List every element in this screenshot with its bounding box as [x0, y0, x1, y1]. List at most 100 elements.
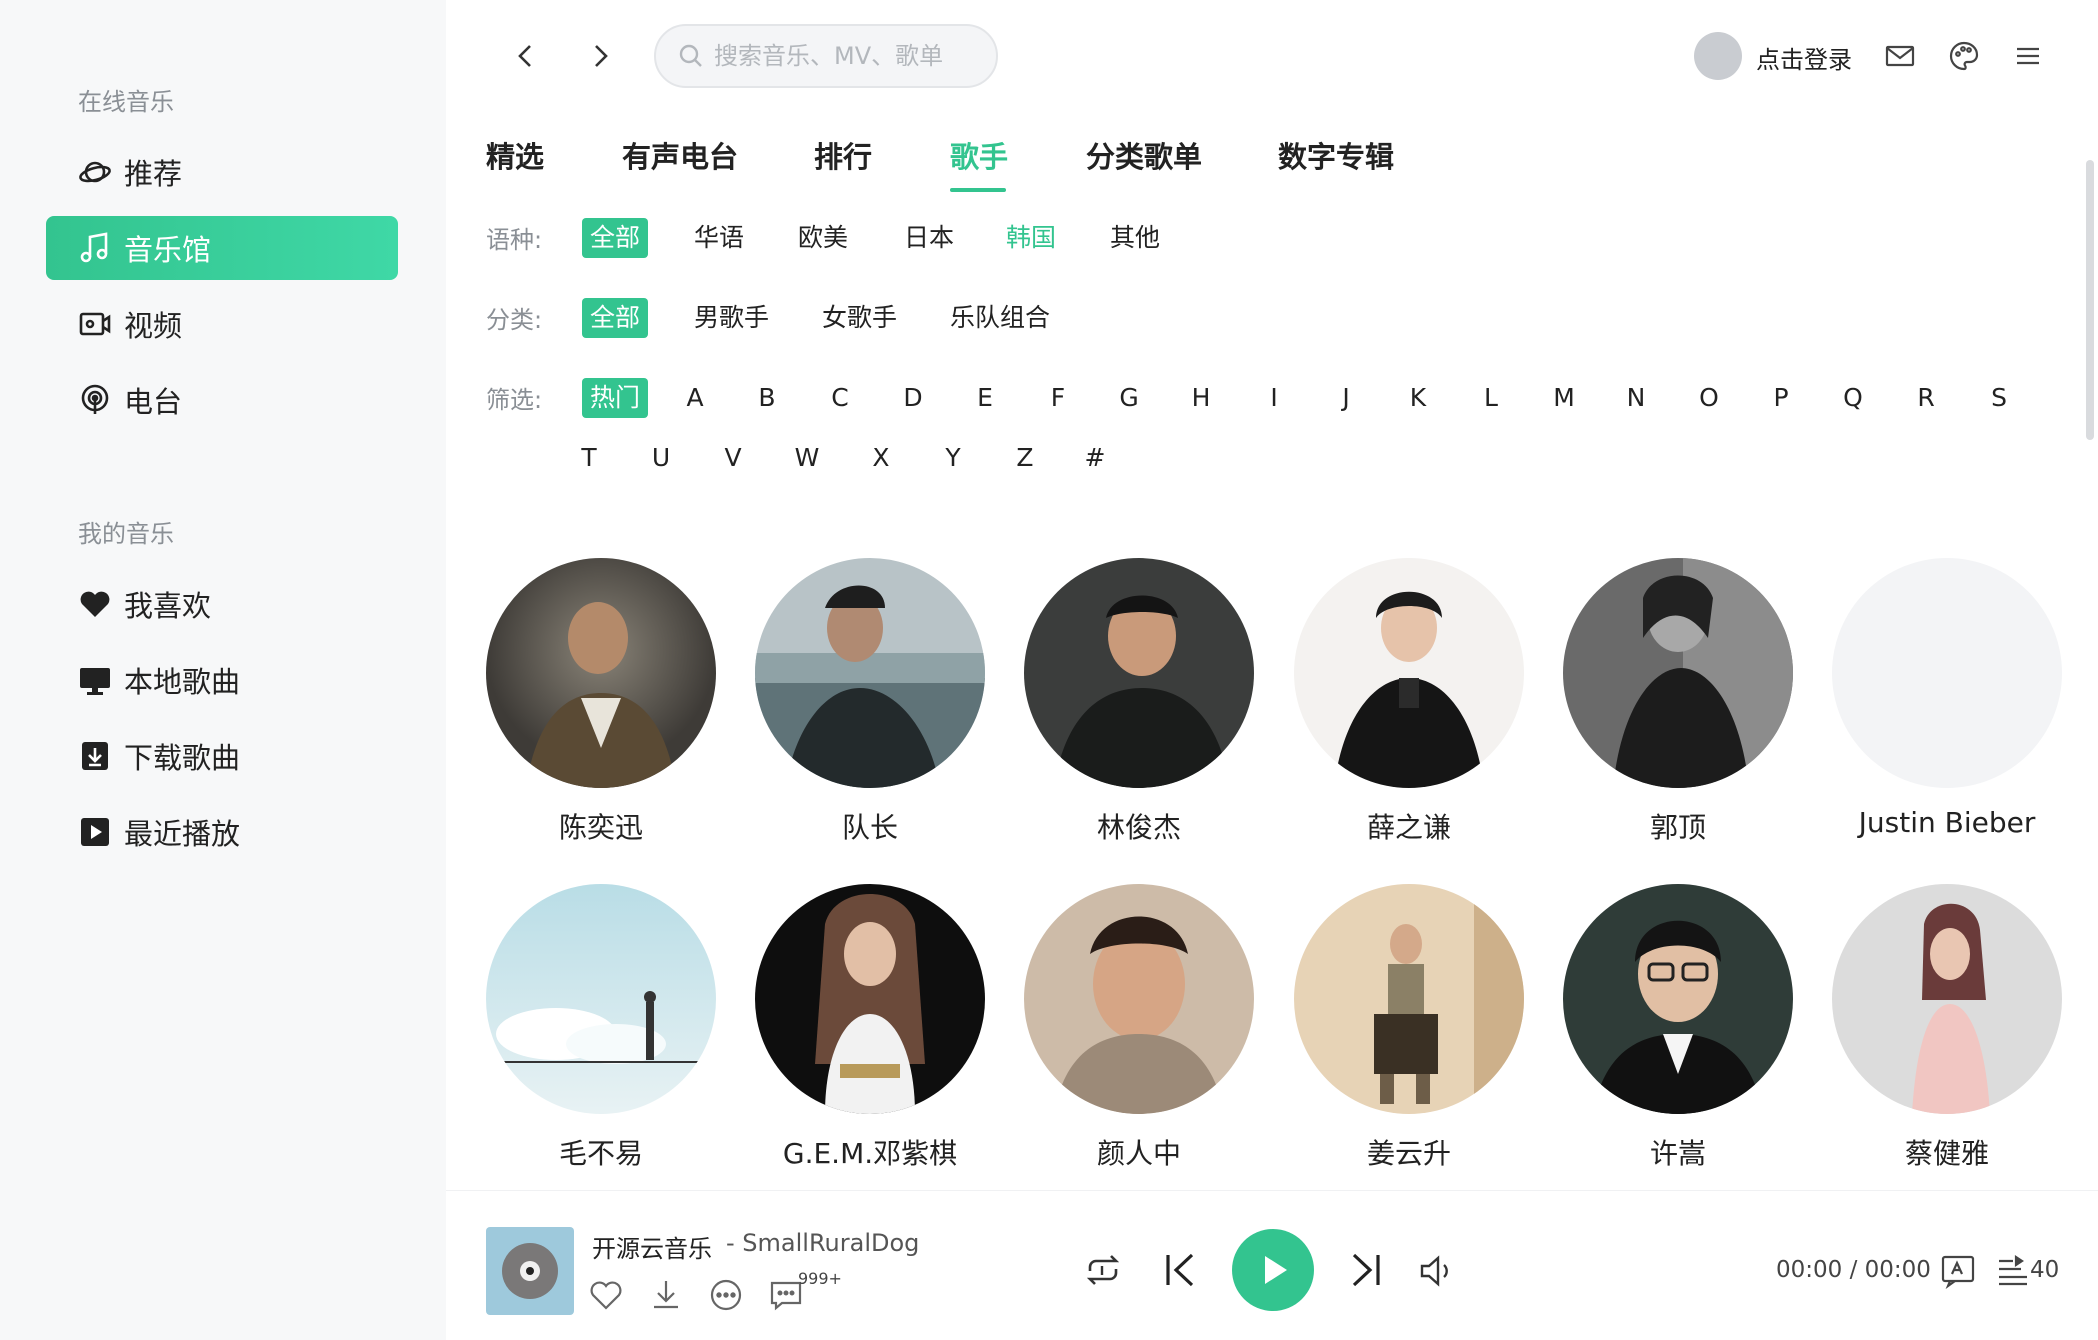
index-letter-option[interactable]: F: [1043, 378, 1073, 418]
comment-count: 999+: [798, 1269, 842, 1288]
tab-featured[interactable]: 精选: [486, 134, 544, 176]
category-option[interactable]: 乐队组合: [950, 298, 1050, 338]
player-bar: 开源云音乐 - SmallRuralDog 999+ 00:00 / 00:00…: [446, 1190, 2098, 1340]
tab-charts[interactable]: 排行: [814, 134, 872, 176]
index-letter-option[interactable]: A: [680, 378, 710, 418]
download-button[interactable]: [648, 1277, 684, 1313]
index-letter-option[interactable]: E: [970, 378, 1000, 418]
artist-card[interactable]: 姜云升: [1294, 884, 1524, 1172]
language-option[interactable]: 日本: [904, 218, 954, 258]
index-letter-option[interactable]: Q: [1838, 378, 1868, 418]
category-option[interactable]: 全部: [582, 298, 649, 338]
theme-button[interactable]: [1946, 38, 1982, 74]
album-cover[interactable]: [486, 1227, 574, 1315]
heart-icon: [78, 587, 112, 621]
sidebar-item-video[interactable]: 视频: [46, 292, 398, 356]
index-letter-option[interactable]: N: [1621, 378, 1651, 418]
sidebar-item-music-hall[interactable]: 音乐馆: [46, 216, 398, 280]
index-letter-option[interactable]: H: [1186, 378, 1216, 418]
index-letter-option[interactable]: V: [718, 438, 748, 478]
skip-next-icon: [1352, 1253, 1380, 1287]
index-letter-option[interactable]: G: [1114, 378, 1144, 418]
artist-name: 队长: [841, 811, 898, 844]
artist-card[interactable]: Justin Bieber: [1832, 558, 2062, 839]
index-letter-option[interactable]: #: [1080, 438, 1110, 478]
sidebar-item-radio[interactable]: 电台: [46, 368, 398, 432]
artist-card[interactable]: G.E.M.邓紫棋: [755, 884, 985, 1172]
sidebar-item-label: 视频: [124, 309, 183, 343]
index-letter-option[interactable]: B: [752, 378, 782, 418]
language-option[interactable]: 华语: [694, 218, 744, 258]
language-option[interactable]: 韩国: [1006, 218, 1056, 258]
search-box[interactable]: [654, 24, 998, 88]
search-input[interactable]: [714, 42, 974, 70]
index-letter-option[interactable]: J: [1331, 378, 1361, 418]
loop-mode-button[interactable]: [1082, 1249, 1124, 1291]
index-letter-option[interactable]: U: [646, 438, 676, 478]
artist-card[interactable]: 许嵩: [1563, 884, 1793, 1172]
tab-playlists[interactable]: 分类歌单: [1086, 134, 1202, 176]
sidebar-item-local-songs[interactable]: 本地歌曲: [46, 648, 398, 712]
index-letter-option[interactable]: M: [1549, 378, 1579, 418]
avatar[interactable]: [1694, 32, 1742, 80]
menu-button[interactable]: [2010, 38, 2046, 74]
mail-button[interactable]: [1882, 38, 1918, 74]
index-letter-option[interactable]: D: [898, 378, 928, 418]
index-letter-option[interactable]: O: [1694, 378, 1724, 418]
index-letter-option[interactable]: P: [1766, 378, 1796, 418]
scrollbar[interactable]: [2086, 160, 2094, 440]
artist-card[interactable]: 陈奕迅: [486, 558, 716, 846]
index-letter-option[interactable]: K: [1403, 378, 1433, 418]
tab-digital-albums[interactable]: 数字专辑: [1278, 134, 1394, 176]
artist-name: 毛不易: [558, 1137, 643, 1170]
play-button[interactable]: [1232, 1229, 1314, 1311]
artist-name: Justin Bieber: [1858, 806, 2036, 839]
sidebar-item-recommend[interactable]: 推荐: [46, 140, 398, 204]
language-option[interactable]: 其他: [1110, 218, 1160, 258]
back-button[interactable]: [506, 36, 546, 76]
like-button[interactable]: [588, 1277, 624, 1313]
tab-audio-radio[interactable]: 有声电台: [622, 134, 738, 176]
active-tab-indicator: [950, 188, 1006, 192]
index-letter-option[interactable]: Y: [938, 438, 968, 478]
index-letter-option[interactable]: S: [1984, 378, 2014, 418]
sidebar-item-favorites[interactable]: 我喜欢: [46, 572, 398, 636]
artist-card[interactable]: 蔡健雅: [1832, 884, 2062, 1172]
category-filter-label: 分类:: [486, 306, 543, 334]
index-letter-option[interactable]: L: [1476, 378, 1506, 418]
language-option[interactable]: 欧美: [798, 218, 848, 258]
previous-button[interactable]: [1158, 1247, 1204, 1293]
index-letter-option[interactable]: T: [574, 438, 604, 478]
index-letter-option[interactable]: Z: [1010, 438, 1040, 478]
category-option[interactable]: 女歌手: [822, 298, 897, 338]
artist-card[interactable]: 郭顶: [1563, 558, 1793, 846]
more-button[interactable]: [708, 1277, 744, 1313]
volume-button[interactable]: [1416, 1251, 1456, 1291]
playlist-button[interactable]: [1996, 1253, 2030, 1289]
artist-card[interactable]: 毛不易: [486, 884, 716, 1172]
index-letter-option[interactable]: R: [1911, 378, 1941, 418]
index-letter-option[interactable]: X: [866, 438, 896, 478]
next-button[interactable]: [1342, 1247, 1388, 1293]
play-icon: [1265, 1256, 1287, 1284]
index-letter-option[interactable]: I: [1259, 378, 1289, 418]
forward-button[interactable]: [580, 36, 620, 76]
sidebar-item-recent[interactable]: 最近播放: [46, 800, 398, 864]
login-link[interactable]: 点击登录: [1756, 40, 1852, 75]
index-option-hot[interactable]: 热门: [582, 378, 649, 418]
lyrics-button[interactable]: [1940, 1253, 1976, 1289]
language-option[interactable]: 全部: [582, 218, 649, 258]
tab-singers[interactable]: 歌手: [950, 134, 1008, 176]
download-icon: [78, 739, 112, 773]
artist-photo: [1832, 884, 2062, 1114]
category-option[interactable]: 男歌手: [694, 298, 769, 338]
artist-card[interactable]: 队长: [755, 558, 985, 846]
artist-card[interactable]: 颜人中: [1024, 884, 1254, 1172]
index-letter-option[interactable]: W: [792, 438, 822, 478]
artist-card[interactable]: 薛之谦: [1294, 558, 1524, 846]
sidebar-item-label: 电台: [124, 385, 183, 419]
index-letter-option[interactable]: C: [825, 378, 855, 418]
sidebar-item-downloads[interactable]: 下载歌曲: [46, 724, 398, 788]
artist-card[interactable]: 林俊杰: [1024, 558, 1254, 846]
artist-photo: [486, 884, 716, 1114]
